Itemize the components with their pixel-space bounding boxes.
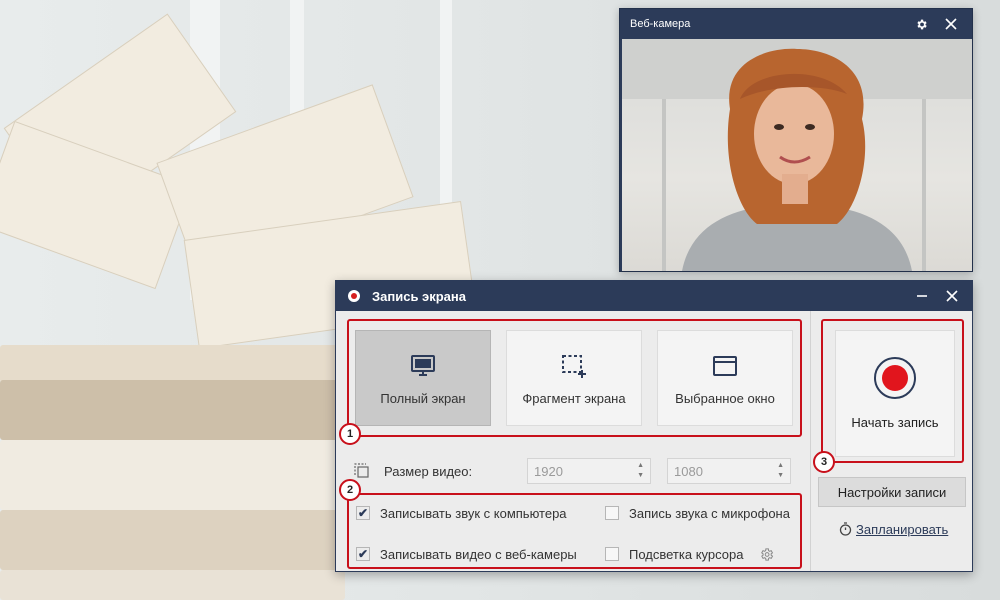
cursor-settings-gear-icon[interactable] <box>759 547 774 562</box>
region-select-icon <box>560 351 588 381</box>
video-height-input[interactable]: 1080 ▲ ▼ <box>667 458 791 484</box>
gear-icon[interactable] <box>910 13 932 35</box>
record-computer-audio-label: Записывать звук с компьютера <box>380 505 567 521</box>
resize-icon <box>354 463 370 479</box>
panel-divider <box>810 311 811 571</box>
webcam-person-image <box>622 39 972 271</box>
full-screen-label: Полный экран <box>380 390 466 406</box>
window-icon <box>712 351 738 381</box>
record-webcam-label: Записывать видео с веб-камеры <box>380 546 577 562</box>
selected-window-mode-button[interactable]: Выбранное окно <box>657 330 793 426</box>
webcam-feed <box>622 39 972 271</box>
screen-fragment-label: Фрагмент экрана <box>522 390 626 406</box>
webcam-window-title: Веб-камера <box>630 18 691 30</box>
schedule-label: Запланировать <box>856 521 949 537</box>
close-icon[interactable] <box>940 13 962 35</box>
recording-settings-button[interactable]: Настройки записи <box>818 477 966 507</box>
record-webcam-checkbox[interactable]: ✔ <box>356 547 370 561</box>
full-screen-mode-button[interactable]: Полный экран <box>355 330 491 426</box>
recorder-titlebar[interactable]: Запись экрана <box>336 281 972 311</box>
cursor-highlight-checkbox[interactable] <box>605 547 619 561</box>
video-height-value: 1080 <box>674 463 703 479</box>
recorder-window-title: Запись экрана <box>372 288 466 304</box>
start-recording-label: Начать запись <box>851 415 939 430</box>
start-recording-button[interactable]: Начать запись <box>835 330 955 457</box>
screen-fragment-mode-button[interactable]: Фрагмент экрана <box>506 330 642 426</box>
webcam-titlebar[interactable]: Веб-камера <box>620 9 972 39</box>
webcam-window: Веб-камера <box>619 8 973 272</box>
record-webcam-option[interactable]: ✔ Записывать видео с веб-камеры <box>356 543 577 565</box>
video-width-value: 1920 <box>534 463 563 479</box>
minimize-icon[interactable] <box>910 284 934 308</box>
height-stepper-arrows[interactable]: ▲ ▼ <box>777 462 784 480</box>
screen-recorder-window: Запись экрана Полный экран Фрагмент экра… <box>335 280 973 572</box>
record-app-icon <box>348 290 360 302</box>
width-stepper-arrows[interactable]: ▲ ▼ <box>637 462 644 480</box>
record-microphone-option[interactable]: Запись звука с микрофона <box>605 502 790 524</box>
selected-window-label: Выбранное окно <box>675 390 775 406</box>
cursor-highlight-option[interactable]: Подсветка курсора <box>605 543 774 565</box>
schedule-link[interactable]: Запланировать <box>839 519 948 539</box>
stopwatch-icon <box>839 522 852 536</box>
video-size-row: Размер видео: <box>354 458 472 484</box>
record-icon <box>874 357 916 399</box>
video-width-input[interactable]: 1920 ▲ ▼ <box>527 458 651 484</box>
badge-1: 1 <box>339 423 361 445</box>
badge-3: 3 <box>813 451 835 473</box>
record-computer-audio-option[interactable]: ✔ Записывать звук с компьютера <box>356 502 567 524</box>
record-computer-audio-checkbox[interactable]: ✔ <box>356 506 370 520</box>
video-size-label: Размер видео: <box>384 463 473 479</box>
monitor-icon <box>410 351 436 381</box>
record-microphone-checkbox[interactable] <box>605 506 619 520</box>
close-icon[interactable] <box>940 284 964 308</box>
record-microphone-label: Запись звука с микрофона <box>629 505 790 521</box>
cursor-highlight-label: Подсветка курсора <box>629 546 744 562</box>
